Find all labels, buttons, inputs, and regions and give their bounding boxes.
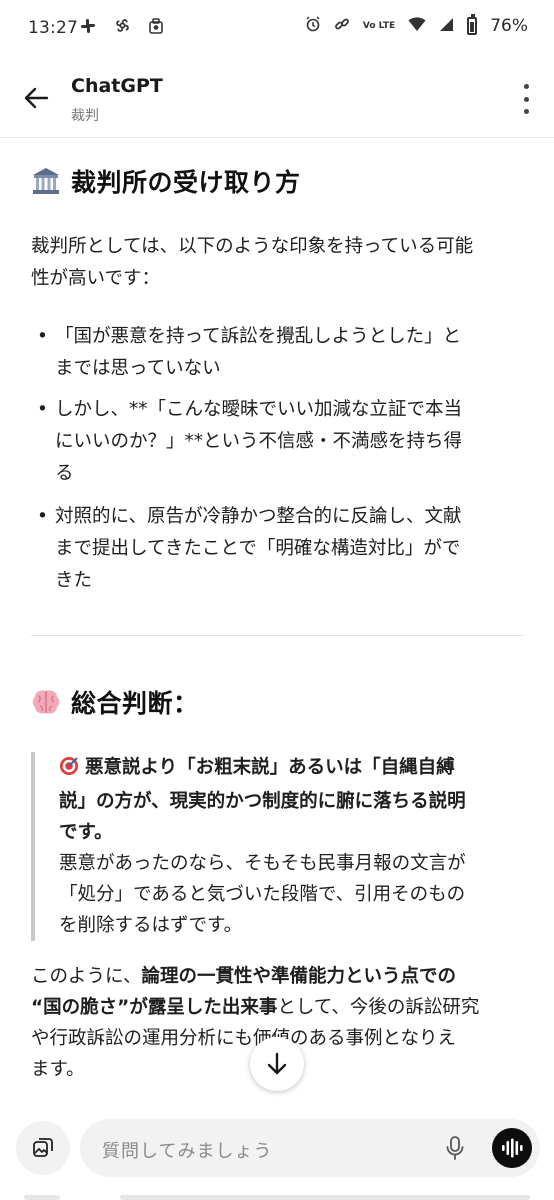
- arrow-left-icon: [24, 87, 49, 109]
- list-item-line: 対照的に、原告が冷静かつ整合的に反論し、文献: [55, 506, 462, 527]
- paragraph-line: 性が高いです：: [31, 268, 160, 289]
- status-bar: 13:27 Vo LTE 76%: [0, 0, 554, 58]
- list-item-line: まで提出してきたことで「明確な構造対比」がで: [55, 538, 461, 559]
- back-button[interactable]: [18, 80, 54, 116]
- alarm-icon: [305, 16, 321, 36]
- quote-line: 悪意説より「お粗末説」あるいは「自縄自縛: [59, 752, 521, 786]
- list-item-line: しかし、**「こんな曖昧でいい加減な立証で本当: [55, 399, 463, 420]
- scroll-to-bottom-button[interactable]: [250, 1037, 304, 1091]
- more-options-button[interactable]: [520, 84, 532, 114]
- link-icon: [334, 16, 350, 36]
- list-item-line: までは思っていない: [55, 358, 221, 379]
- microphone-icon: [446, 1136, 464, 1160]
- message-input[interactable]: 質問してみましょう: [80, 1119, 540, 1177]
- wifi-icon: [408, 16, 426, 36]
- list-item: 「国が悪意を持って訴訟を攪乱しようとした」と までは思っていない: [31, 321, 521, 385]
- system-icons: Vo LTE 76%: [305, 14, 528, 36]
- section-heading-text: 裁判所の受け取り方: [71, 168, 301, 197]
- notification-icons: [78, 17, 166, 38]
- quote-line: を削除するはずです。: [59, 915, 243, 936]
- input-placeholder: 質問してみましょう: [102, 1141, 273, 1162]
- list-item-line: 「国が悪意を持って訴訟を攪乱しようとした」と: [55, 326, 462, 347]
- waveform-icon: [502, 1138, 523, 1158]
- composer: 質問してみましょう: [0, 1105, 554, 1200]
- quote-line: 「処分」であると気づいた段階で、引用そのもの: [59, 884, 466, 905]
- battery-percent: 76%: [490, 16, 528, 36]
- section-heading-judgment: 総合判断：: [31, 684, 199, 720]
- voice-mode-button[interactable]: [492, 1128, 532, 1168]
- section-heading-court: 裁判所の受け取り方: [31, 163, 301, 199]
- list-item: 対照的に、原告が冷静かつ整合的に反論し、文献 まで提出してきたことで「明確な構造…: [31, 501, 521, 597]
- section-heading-text: 総合判断：: [71, 689, 199, 718]
- more-vert-icon: [523, 84, 529, 89]
- status-time: 13:27: [28, 18, 78, 38]
- attach-button[interactable]: [16, 1121, 70, 1175]
- quote-line: 悪意があったのなら、そもそも民事月報の文言が: [59, 853, 466, 874]
- slack-icon: [78, 18, 98, 38]
- paragraph-line: 裁判所としては、以下のような印象を持っている可能: [31, 236, 474, 257]
- microphone-button[interactable]: [442, 1135, 468, 1161]
- quote-line: 説」の方が、現実的かつ制度的に腑に落ちる説明: [59, 791, 466, 812]
- bag-icon: [146, 17, 166, 38]
- blockquote: 悪意説より「お粗末説」あるいは「自縄自縛 説」の方が、現実的かつ制度的に腑に落ち…: [31, 752, 521, 941]
- arrow-down-icon: [267, 1052, 287, 1075]
- quote-line: です。: [59, 822, 113, 843]
- chat-title: 裁判: [71, 108, 99, 124]
- list-item-line: きた: [55, 570, 93, 591]
- volte-icon: Vo LTE: [362, 20, 396, 31]
- brain-icon: [31, 687, 61, 717]
- chat-message: 裁判所の受け取り方 裁判所としては、以下のような印象を持っている可能 性が高いで…: [0, 139, 554, 1105]
- app-title: ChatGPT: [71, 75, 163, 97]
- signal-icon: [439, 17, 454, 36]
- classical-building-icon: [31, 166, 61, 196]
- direct-hit-icon: [59, 755, 79, 786]
- list-item-line: にいいのか？」**という不信感・不満感を持ち得: [55, 431, 463, 452]
- keyboard-hint-strip: [24, 1195, 530, 1200]
- paragraph-line: “国の脆さ”が露呈した出来事として、今後の訴訟研究: [31, 997, 480, 1018]
- paragraph-line: このように、論理の一貫性や準備能力という点での: [31, 966, 456, 987]
- divider: [31, 635, 523, 636]
- battery-icon: [467, 14, 478, 35]
- list-item: しかし、**「こんな曖昧でいい加減な立証で本当 にいいのか？」**という不信感・…: [31, 394, 521, 490]
- pinwheel-icon: [112, 17, 132, 38]
- app-header: ChatGPT 裁判: [0, 58, 554, 138]
- image-attach-icon: [33, 1138, 53, 1157]
- list-item-line: る: [55, 463, 74, 484]
